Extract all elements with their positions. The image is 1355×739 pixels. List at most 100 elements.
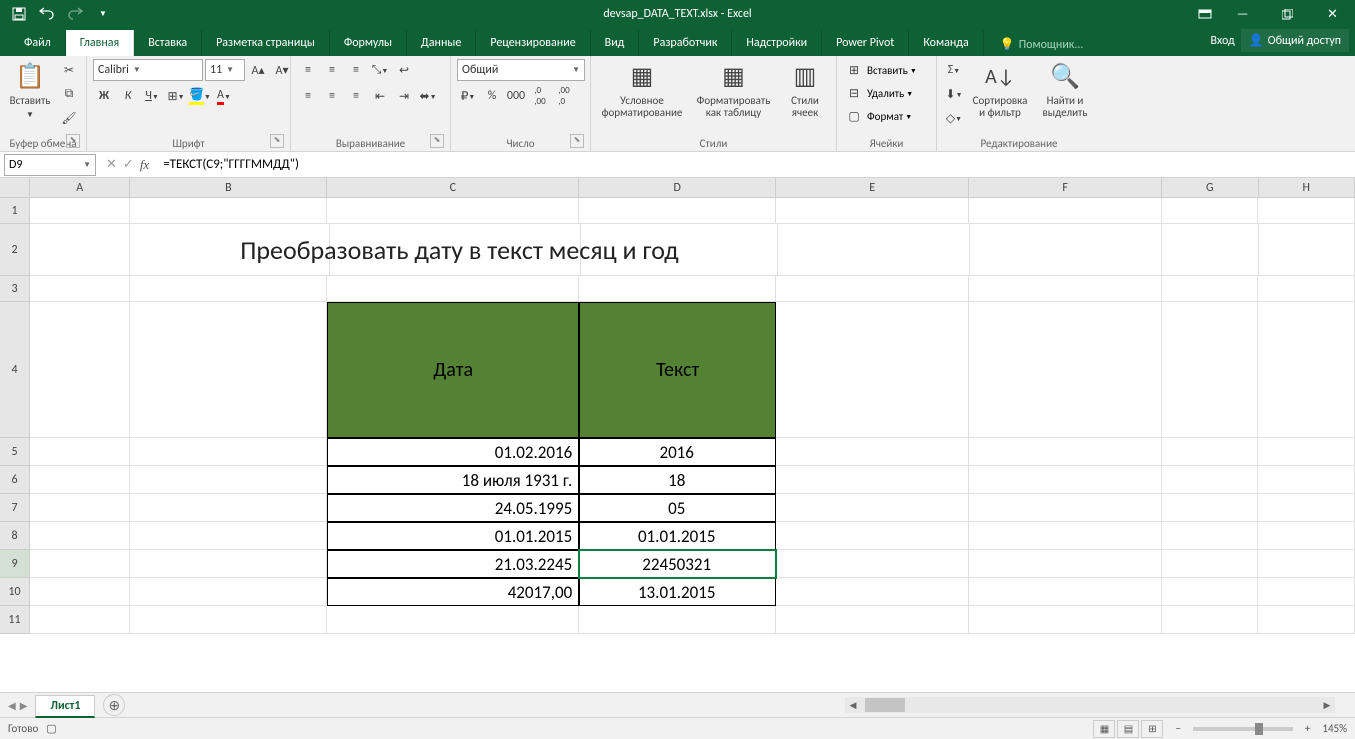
- cell-D5[interactable]: 2016: [579, 438, 776, 466]
- align-top-button[interactable]: ≡: [297, 59, 319, 81]
- cell-F11[interactable]: [969, 606, 1162, 634]
- col-head-C[interactable]: C: [327, 178, 579, 198]
- increase-font-button[interactable]: A▴: [247, 59, 269, 81]
- tell-me-search[interactable]: 💡Помощник...: [992, 33, 1092, 56]
- clipboard-dialog-launcher[interactable]: ⬊: [66, 134, 80, 148]
- cell-C5[interactable]: 01.02.2016: [327, 438, 579, 466]
- undo-icon[interactable]: [36, 3, 58, 25]
- cell-H5[interactable]: [1258, 438, 1355, 466]
- cell-B5[interactable]: [130, 438, 327, 466]
- decrease-decimal-button[interactable]: ,00,0: [553, 85, 575, 107]
- number-dialog-launcher[interactable]: ⬊: [570, 134, 584, 148]
- cell-C6[interactable]: 18 июля 1931 г.: [327, 466, 579, 494]
- formula-bar[interactable]: [159, 154, 1355, 176]
- add-sheet-button[interactable]: ⊕: [103, 694, 125, 716]
- zoom-out-button[interactable]: −: [1175, 722, 1180, 735]
- cell-A7[interactable]: [30, 494, 130, 522]
- cell-A1[interactable]: [30, 198, 130, 224]
- cell-C1[interactable]: [327, 198, 579, 224]
- cell-G9[interactable]: [1162, 550, 1259, 578]
- sheet-next-icon[interactable]: ▶: [20, 699, 28, 712]
- cell-B9[interactable]: [130, 550, 327, 578]
- cell-G10[interactable]: [1162, 578, 1259, 606]
- cell-H2[interactable]: [1259, 224, 1355, 276]
- cell-C4[interactable]: Дата: [327, 302, 579, 438]
- tab-formulas[interactable]: Формулы: [330, 30, 407, 56]
- copy-button[interactable]: ⧉: [58, 83, 80, 105]
- cell-D6[interactable]: 18: [579, 466, 776, 494]
- cell-C7[interactable]: 24.05.1995: [327, 494, 579, 522]
- col-head-B[interactable]: B: [130, 178, 327, 198]
- select-all-corner[interactable]: [0, 178, 30, 198]
- row-head-1[interactable]: 1: [0, 198, 30, 224]
- cell-F3[interactable]: [969, 276, 1162, 302]
- col-head-G[interactable]: G: [1162, 178, 1258, 198]
- cell-B6[interactable]: [130, 466, 327, 494]
- cell-D10[interactable]: 13.01.2015: [579, 578, 776, 606]
- cell-B1[interactable]: [130, 198, 327, 224]
- cell-D3[interactable]: [579, 276, 776, 302]
- page-break-view-button[interactable]: ⊞: [1141, 720, 1163, 738]
- alignment-dialog-launcher[interactable]: ⬊: [430, 134, 444, 148]
- cell-A5[interactable]: [30, 438, 130, 466]
- cell-E2[interactable]: [778, 224, 970, 276]
- cell-D11[interactable]: [579, 606, 776, 634]
- col-head-E[interactable]: E: [776, 178, 969, 198]
- number-format-dropdown[interactable]: Общий▼: [457, 59, 585, 81]
- cell-G7[interactable]: [1162, 494, 1259, 522]
- cell-A9[interactable]: [30, 550, 130, 578]
- cell-D9[interactable]: 22450321: [579, 550, 776, 578]
- font-color-button[interactable]: A▼: [213, 85, 235, 107]
- cell-C9[interactable]: 21.03.2245: [327, 550, 579, 578]
- close-button[interactable]: ✕: [1310, 0, 1355, 28]
- fx-icon[interactable]: fx: [140, 157, 149, 173]
- conditional-formatting-button[interactable]: ▦Условное форматирование: [597, 59, 687, 119]
- cell-E9[interactable]: [776, 550, 969, 578]
- sign-in-link[interactable]: Вход: [1210, 34, 1234, 48]
- comma-format-button[interactable]: 000: [505, 85, 527, 107]
- sort-filter-button[interactable]: A↓Сортировка и фильтр: [969, 59, 1031, 119]
- cell-D8[interactable]: 01.01.2015: [579, 522, 776, 550]
- col-head-D[interactable]: D: [579, 178, 776, 198]
- cell-G2[interactable]: [1162, 224, 1258, 276]
- cell-B11[interactable]: [130, 606, 327, 634]
- cell-A4[interactable]: [30, 302, 130, 438]
- redo-icon[interactable]: [64, 3, 86, 25]
- cell-F6[interactable]: [969, 466, 1162, 494]
- sheet-tab-1[interactable]: Лист1: [35, 695, 95, 718]
- align-left-button[interactable]: ≡: [297, 85, 319, 107]
- find-select-button[interactable]: 🔍Найти и выделить: [1035, 59, 1095, 119]
- tab-review[interactable]: Рецензирование: [476, 30, 590, 56]
- cell-E1[interactable]: [776, 198, 969, 224]
- format-cells-button[interactable]: ▢Формат▼: [843, 105, 912, 127]
- tab-powerpivot[interactable]: Power Pivot: [822, 30, 909, 56]
- cell-F8[interactable]: [969, 522, 1162, 550]
- decrease-font-button[interactable]: A▾: [271, 59, 293, 81]
- maximize-button[interactable]: [1265, 0, 1310, 28]
- cell-A6[interactable]: [30, 466, 130, 494]
- autosum-button[interactable]: Σ▼: [943, 59, 965, 81]
- cell-G3[interactable]: [1162, 276, 1259, 302]
- cell-C10[interactable]: 42017,00: [327, 578, 579, 606]
- row-head-8[interactable]: 8: [0, 522, 30, 550]
- align-right-button[interactable]: ≡: [345, 85, 367, 107]
- cell-F1[interactable]: [969, 198, 1162, 224]
- tab-developer[interactable]: Разработчик: [639, 30, 732, 56]
- row-head-6[interactable]: 6: [0, 466, 30, 494]
- font-name-dropdown[interactable]: Calibri▼: [93, 59, 203, 81]
- underline-button[interactable]: Ч▼: [141, 85, 163, 107]
- cell-G8[interactable]: [1162, 522, 1259, 550]
- cell-H10[interactable]: [1258, 578, 1355, 606]
- tab-view[interactable]: Вид: [591, 30, 640, 56]
- cell-E4[interactable]: [776, 302, 969, 438]
- cell-B4[interactable]: [130, 302, 327, 438]
- horizontal-scrollbar[interactable]: ◀▶: [845, 697, 1335, 713]
- clear-button[interactable]: ◇▼: [943, 107, 965, 129]
- col-head-F[interactable]: F: [969, 178, 1162, 198]
- cell-E7[interactable]: [776, 494, 969, 522]
- row-head-7[interactable]: 7: [0, 494, 30, 522]
- row-head-4[interactable]: 4: [0, 302, 30, 438]
- decrease-indent-button[interactable]: ⇤: [369, 85, 391, 107]
- increase-decimal-button[interactable]: ,0,00: [529, 85, 551, 107]
- cell-G4[interactable]: [1162, 302, 1259, 438]
